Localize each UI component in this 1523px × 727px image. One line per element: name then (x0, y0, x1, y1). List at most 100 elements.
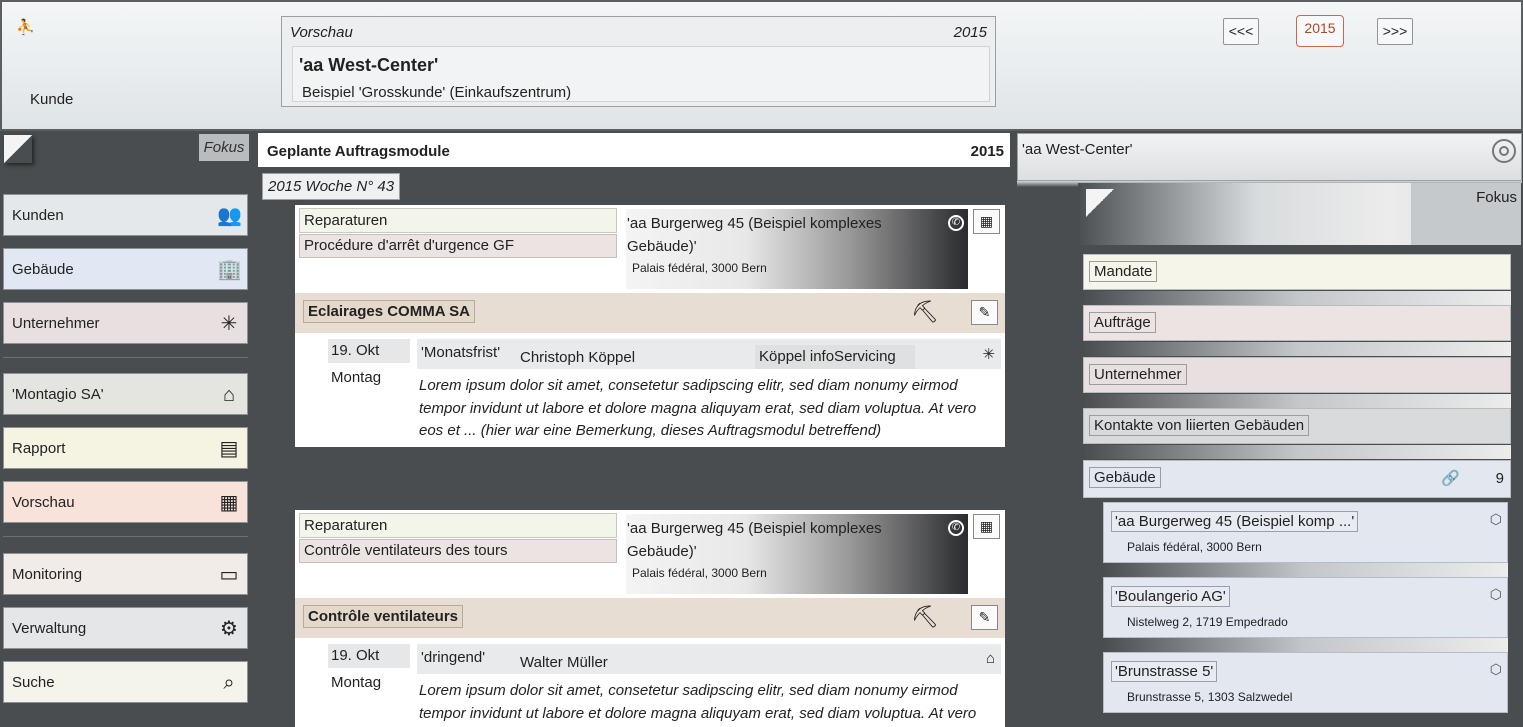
nav-item-rapport[interactable]: Rapport ▤ (3, 427, 248, 469)
current-year-button[interactable]: 2015 (1296, 15, 1344, 47)
network-icon: ✳ (220, 313, 238, 335)
firm-name[interactable]: Contrôle ventilateurs (303, 605, 464, 628)
edit-button[interactable]: ✎ (971, 300, 998, 325)
preview-year: 2015 (953, 24, 987, 41)
nav-item-verwaltung[interactable]: Verwaltung ⚙ (3, 607, 248, 649)
house-icon[interactable]: ⌂ (986, 650, 995, 667)
logo-icon[interactable]: ⛹ (16, 18, 35, 36)
nav-item-label: Gebäude (12, 260, 74, 278)
section-mandate[interactable]: Mandate (1083, 254, 1511, 290)
building-block[interactable]: 'aa Burgerweg 45 (Beispiel komplexes Geb… (626, 209, 968, 289)
preview-content: 'aa West-Center' Beispiel 'Grosskunde' (… (292, 46, 990, 102)
item-gap (1103, 638, 1508, 652)
building-item[interactable]: 'aa Burgerweg 45 (Beispiel komp ...' Pal… (1103, 502, 1508, 563)
worker-icon: ⛏ (911, 299, 939, 324)
procedure-tag[interactable]: Contrôle ventilateurs des tours (299, 539, 617, 563)
procedure-tag[interactable]: Procédure d'arrêt d'urgence GF (299, 234, 617, 258)
nav-item-montagio[interactable]: 'Montagio SA' ⌂ (3, 373, 248, 415)
corner-toggle-icon[interactable] (4, 135, 32, 163)
settings-doc-icon: ⚙ (220, 618, 238, 640)
category-tag[interactable]: Reparaturen (299, 513, 617, 538)
building-address: Palais fédéral, 3000 Bern (632, 261, 767, 275)
firm-bar: Contrôle ventilateurs ⛏ ✎ (295, 598, 1005, 638)
calendar-button[interactable]: ▦ (973, 514, 1000, 539)
section-auftraege[interactable]: Aufträge (1083, 305, 1511, 341)
contact-company[interactable]: Köppel infoServicing (755, 345, 915, 369)
deadline-tag: 'Monatsfrist' (421, 344, 501, 361)
search-icon: ⌕ (223, 672, 235, 694)
order-module-card[interactable]: Reparaturen Procédure d'arrêt d'urgence … (295, 205, 1005, 447)
section-label: Gebäude (1089, 467, 1161, 488)
fokus-button[interactable]: Fokus (1411, 183, 1521, 245)
network-icon[interactable]: ✳ (982, 345, 995, 363)
buildings-icon: 🏢 (217, 259, 242, 281)
nav-item-vorschau[interactable]: Vorschau ▦ (3, 481, 248, 523)
date-box: 19. Okt (328, 644, 410, 668)
panel-title: Geplante Auftragsmodule (267, 143, 450, 160)
nav-item-monitoring[interactable]: Monitoring ▭ (3, 553, 248, 595)
building-name: 'aa Burgerweg 45 (Beispiel komplexes Geb… (627, 215, 882, 255)
section-label: Kontakte von liierten Gebäuden (1089, 415, 1310, 436)
customer-name: 'aa West-Center' (1022, 141, 1133, 158)
building-name: 'Brunstrasse 5' (1111, 661, 1218, 682)
contact-person[interactable]: Christoph Köppel (520, 349, 635, 366)
remark-text: Lorem ipsum dolor sit amet, consetetur s… (419, 377, 977, 439)
nav-item-label: Rapport (12, 439, 66, 457)
nav-item-suche[interactable]: Suche ⌕ (3, 661, 248, 703)
users-icon: 👥 (217, 205, 242, 227)
section-gebaeude[interactable]: Gebäude 🔗 9 (1083, 460, 1511, 498)
firm-bar: Eclairages COMMA SA ⛏ ✎ (295, 293, 1005, 333)
building-address: Palais fédéral, 3000 Bern (1127, 540, 1262, 554)
phone-icon[interactable]: ✆ (948, 215, 964, 231)
customer-header: 'aa West-Center' (1017, 133, 1522, 181)
corner-toggle-icon[interactable] (1086, 189, 1114, 217)
nav-item-label: Kunden (12, 206, 64, 224)
next-year-button[interactable]: >>> (1377, 18, 1413, 45)
week-badge: 2015 Woche N° 43 (262, 173, 401, 200)
target-icon[interactable] (1492, 139, 1516, 163)
firm-name[interactable]: Eclairages COMMA SA (303, 300, 475, 323)
panel-year: 2015 (970, 143, 1004, 160)
day-label: Montag (331, 674, 382, 691)
cube-icon[interactable]: ⬡ (1490, 511, 1502, 528)
section-gap (1083, 291, 1511, 305)
section-unternehmer[interactable]: Unternehmer (1083, 357, 1511, 393)
preview-title: Vorschau (290, 24, 353, 41)
order-module-card[interactable]: Reparaturen Contrôle ventilateurs des to… (295, 510, 1005, 727)
building-address: Nistelweg 2, 1719 Empedrado (1127, 615, 1288, 629)
contact-person[interactable]: Walter Müller (520, 654, 608, 671)
building-name: 'aa Burgerweg 45 (Beispiel komp ...' (1111, 511, 1359, 532)
phone-icon[interactable]: ✆ (948, 520, 964, 536)
planned-modules-panel: Geplante Auftragsmodule 2015 2015 Woche … (258, 133, 1010, 727)
section-kontakte[interactable]: Kontakte von liierten Gebäuden (1083, 408, 1511, 444)
building-item[interactable]: 'Boulangerio AG' Nistelweg 2, 1719 Emped… (1103, 577, 1508, 638)
building-item[interactable]: 'Brunstrasse 5' Brunstrasse 5, 1303 Salz… (1103, 652, 1508, 713)
calendar-button[interactable]: ▦ (973, 209, 1000, 234)
info-bar: 'dringend' Walter Müller ⌂ (417, 644, 1001, 674)
cube-icon[interactable]: ⬡ (1490, 661, 1502, 678)
nav-item-label: Unternehmer (12, 314, 100, 332)
cube-icon[interactable]: ⬡ (1490, 586, 1502, 603)
category-tag[interactable]: Reparaturen (299, 208, 617, 233)
nav-item-unternehmer[interactable]: Unternehmer ✳ (3, 302, 248, 344)
nav-item-label: Monitoring (12, 565, 83, 583)
house-icon: ⌂ (222, 384, 236, 406)
building-block[interactable]: 'aa Burgerweg 45 (Beispiel komplexes Geb… (626, 514, 968, 594)
nav-item-gebaeude[interactable]: Gebäude 🏢 (3, 248, 248, 290)
divider (3, 536, 248, 537)
fokus-button[interactable]: Fokus (199, 134, 249, 161)
section-gap (1083, 445, 1511, 459)
deadline-tag: 'dringend' (421, 649, 486, 666)
preview-panel[interactable]: Vorschau 2015 'aa West-Center' Beispiel … (281, 16, 996, 107)
calendar-clock-icon: ▦ (219, 492, 239, 514)
edit-button[interactable]: ✎ (971, 605, 998, 630)
building-name: 'aa Burgerweg 45 (Beispiel komplexes Geb… (627, 520, 882, 560)
nav-item-kunden[interactable]: Kunden 👥 (3, 194, 248, 236)
header: ⛹ Kunde Vorschau 2015 'aa West-Center' B… (0, 0, 1523, 131)
sections-topbar: Fokus (1080, 183, 1521, 245)
customer-detail-panel: 'aa West-Center' Fokus Mandate Aufträge … (1015, 133, 1523, 727)
context-label: Kunde (30, 91, 74, 108)
previous-year-button[interactable]: <<< (1223, 18, 1259, 45)
link-icon[interactable]: 🔗 (1441, 469, 1460, 487)
section-gap (1083, 342, 1511, 356)
